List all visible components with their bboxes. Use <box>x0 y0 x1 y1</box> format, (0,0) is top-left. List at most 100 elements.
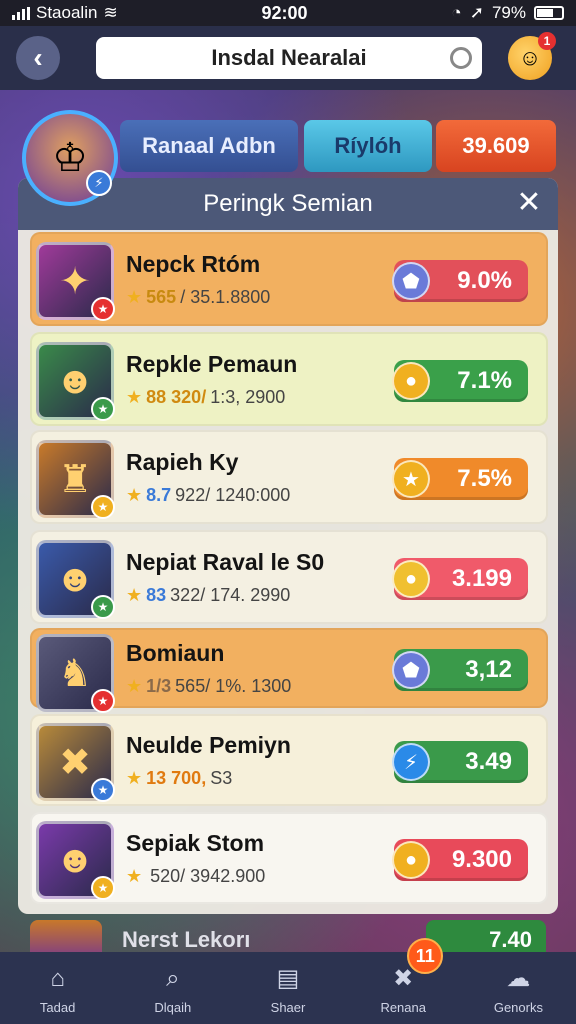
search-icon: ⌕ <box>166 964 180 992</box>
status-bar: Staoalin ≋ 92:00 ◔ ➚ 79% <box>0 0 576 26</box>
star-icon: ★ <box>126 485 143 505</box>
row-name: Nepiat Raval le S0 <box>126 549 325 575</box>
row-stat-rest: 1:3, 2900 <box>210 387 286 407</box>
class-icon: ★ <box>91 297 115 321</box>
chevron-left-icon: ‹ <box>33 42 43 73</box>
character-icon: ☻ <box>55 557 95 600</box>
row-name: Sepiak Stom <box>126 830 265 856</box>
close-icon[interactable]: ✕ <box>514 188 544 218</box>
tab-score[interactable]: 39.609 <box>436 120 556 172</box>
row-stats: ★ 1/3 565/ 1%. 1300 <box>126 676 291 697</box>
class-icon: ★ <box>91 595 115 619</box>
star-icon: ★ <box>126 676 143 696</box>
row-name: Nerst Lekorı <box>122 927 251 952</box>
clock: 92:00 <box>261 2 308 23</box>
medal-icon: ⬟ <box>392 651 430 689</box>
row-stat-accent: 1/3 <box>146 676 172 696</box>
tab-ranaal-adbn[interactable]: Ranaal Adbn <box>120 120 298 172</box>
nav-label: Shaer <box>270 999 306 1015</box>
nav-label: Dlqaih <box>154 999 192 1015</box>
list-item[interactable]: ✦ ★ Nepck Rtóm ★ 565/ 35.1.8800 ⬟ 9.0% <box>30 232 548 326</box>
alarm-icon: ◔ <box>451 3 462 22</box>
character-icon: ♞ <box>57 652 93 695</box>
row-stat-accent: 83 <box>146 585 167 605</box>
row-value-badge: ● 7.1% <box>392 360 528 402</box>
row-name: Rapieh Ky <box>126 449 239 475</box>
medal-icon: ⬟ <box>392 262 430 300</box>
class-icon: ★ <box>91 689 115 713</box>
nav-item-renana[interactable]: 11 ✖ Renana <box>346 938 461 1024</box>
nav-item-tadad[interactable]: ⌂ Tadad <box>0 952 115 1024</box>
row-stats: ★ 88 320/1:3, 2900 <box>126 387 285 408</box>
profile-tabs-row: ♔ ⚡ Ranaal Adbn Ríylóh 39.609 <box>22 108 562 206</box>
star-icon: ★ <box>126 768 143 788</box>
row-icon: ✖ ★ <box>36 723 115 802</box>
star-icon: ★ <box>126 387 143 407</box>
row-icon: ✦ ★ <box>36 242 115 321</box>
class-icon: ★ <box>91 778 115 802</box>
notification-badge: 1 <box>538 32 556 50</box>
bolt-icon: ⚡ <box>86 170 112 196</box>
list-item[interactable]: ♞ ★ Bomiaun ★ 1/3 565/ 1%. 1300 ⬟ 3,12 <box>30 628 548 713</box>
nav-label: Tadad <box>39 999 76 1015</box>
wifi-icon: ≋ <box>103 3 118 22</box>
row-value: 9.300 <box>451 846 512 873</box>
list-item[interactable]: ✖ ★ Neulde Pemiyn ★ 13 700, S3 ⚡ 3.49 <box>30 714 548 806</box>
battery-percent: 79% <box>491 3 526 22</box>
panel-title: Peringk Semian <box>203 190 373 217</box>
row-icon: ☻ ★ <box>36 540 115 619</box>
row-value-badge: ⚡ 3.49 <box>392 741 528 783</box>
list-item[interactable]: ☻ ★ Nepiat Raval le S0 ★ 83 322/ 174. 2990 ● 3.… <box>30 530 548 624</box>
medal-icon: ● <box>392 362 430 400</box>
character-icon: ☻ <box>55 359 95 402</box>
tab-riylon[interactable]: Ríylóh <box>304 120 432 172</box>
row-stat-rest: 922/ 1240:000 <box>175 485 291 505</box>
nav-item-dlqaih[interactable]: ⌕ Dlqaih <box>115 952 230 1024</box>
row-value-badge: ★ 7.5% <box>392 458 528 500</box>
character-icon: ✖ <box>59 741 91 784</box>
app-header: ‹ Insdal Nearalai ☺ 1 <box>0 26 576 90</box>
row-icon: ♜ ★ <box>36 440 115 519</box>
row-value-badge: ● 3.199 <box>392 558 528 600</box>
row-icon: ♞ ★ <box>36 634 115 713</box>
list-item[interactable]: ☻ ★ Sepiak Stom ★ 520/ 3942.900 ● 9.300 <box>30 812 548 904</box>
location-icon: ➚ <box>469 3 484 22</box>
row-name: Repkle Pemaun <box>126 351 298 377</box>
nav-label: Genorks <box>493 999 543 1015</box>
nav-item-shaer[interactable]: ▤ Shaer <box>230 952 345 1024</box>
row-value-badge: ⬟ 3,12 <box>392 649 528 691</box>
star-icon: ★ <box>126 287 143 307</box>
row-icon: ☻ ★ <box>36 342 115 421</box>
row-name: Neulde Pemiyn <box>126 732 291 758</box>
chat-icon: ☁ <box>506 965 531 992</box>
title-field[interactable]: Insdal Nearalai <box>96 37 482 79</box>
row-stat-rest: 520/ 3942.900 <box>150 866 266 886</box>
profile-avatar-button[interactable]: ☺ 1 <box>508 32 556 80</box>
nav-item-genorks[interactable]: ☁ Genorks <box>461 952 576 1024</box>
medal-icon: ● <box>392 560 430 598</box>
row-stats: ★ 13 700, S3 <box>126 768 232 789</box>
list-item[interactable]: ☻ ★ Repkle Pemaun ★ 88 320/1:3, 2900 ● 7.1% <box>30 332 548 426</box>
home-icon: ⌂ <box>50 964 65 992</box>
timer-icon <box>450 47 472 69</box>
row-name: Bomiaun <box>126 640 225 666</box>
character-icon: ♜ <box>57 458 93 501</box>
row-stats: ★ 565/ 35.1.8800 <box>126 287 270 308</box>
hero-avatar[interactable]: ♔ ⚡ <box>22 110 118 206</box>
nav-label: Renana <box>380 999 426 1015</box>
class-icon: ★ <box>91 397 115 421</box>
row-stat-accent: 565 <box>146 287 177 307</box>
signal-icon <box>12 6 30 20</box>
row-stat-rest: / 35.1.8800 <box>180 287 271 307</box>
row-stats: ★ 8.7 922/ 1240:000 <box>126 485 290 506</box>
star-icon: ★ <box>126 866 143 886</box>
carrier-name: Staoalin <box>36 3 98 22</box>
back-button[interactable]: ‹ <box>16 36 60 80</box>
chart-icon: ▤ <box>276 965 300 992</box>
row-stat-accent: 13 700, <box>146 768 207 788</box>
character-icon: ✦ <box>59 260 91 303</box>
row-value-badge: ⬟ 9.0% <box>392 260 528 302</box>
row-value: 9.0% <box>457 267 512 294</box>
row-value-badge: ● 9.300 <box>392 839 528 881</box>
list-item[interactable]: ♜ ★ Rapieh Ky ★ 8.7 922/ 1240:000 ★ 7.5% <box>30 430 548 524</box>
